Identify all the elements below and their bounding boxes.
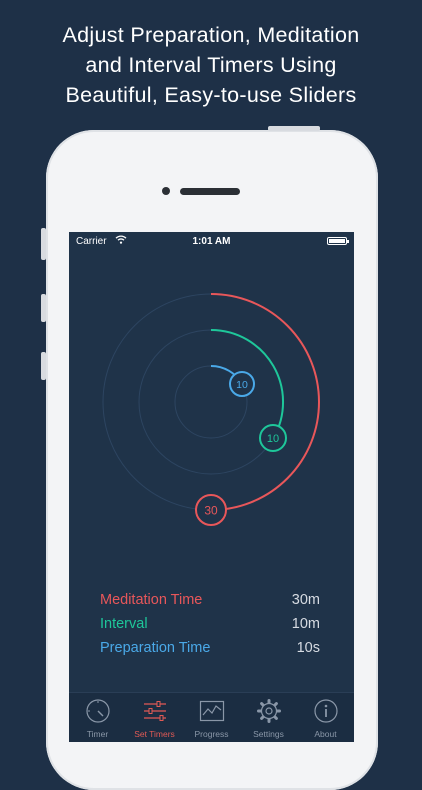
meditation-time-value: 30m xyxy=(291,592,320,608)
headline-line-3: Beautiful, Easy-to-use Sliders xyxy=(65,83,357,107)
preparation-knob-value: 10 xyxy=(236,379,248,391)
interval-label: Interval xyxy=(100,616,148,632)
meditation-track xyxy=(102,293,320,511)
tab-about[interactable]: About xyxy=(297,693,354,742)
interval-knob[interactable]: 10 xyxy=(259,424,287,452)
mute-switch xyxy=(41,228,46,260)
preparation-time-label: Preparation Time xyxy=(100,640,211,656)
chart-icon xyxy=(199,700,225,722)
tab-about-label: About xyxy=(314,729,337,739)
clock: 1:01 AM xyxy=(192,236,231,247)
tab-settings-label: Settings xyxy=(253,729,284,739)
headline-line-2: and Interval Timers Using xyxy=(85,53,337,77)
promo-headline: Adjust Preparation, Meditation and Inter… xyxy=(0,20,422,110)
gear-icon xyxy=(257,699,281,723)
status-bar: Carrier 1:01 AM xyxy=(69,232,354,252)
meditation-knob-value: 30 xyxy=(204,504,218,518)
app-screen: Carrier 1:01 AM 30 10 10 Meditation Time… xyxy=(69,232,354,742)
volume-down-button xyxy=(41,352,46,380)
tab-progress[interactable]: Progress xyxy=(183,693,240,742)
tab-set-timers[interactable]: Set Timers xyxy=(126,693,183,742)
tab-timer-label: Timer xyxy=(86,729,109,739)
tab-bar: Timer Set Timers Progress Settings About xyxy=(69,692,354,742)
preparation-knob[interactable]: 10 xyxy=(229,371,255,397)
interval-knob-value: 10 xyxy=(267,433,279,445)
stopwatch-icon xyxy=(86,699,110,723)
preparation-time-value: 10s xyxy=(296,640,320,656)
meditation-arc xyxy=(210,293,320,511)
interval-value: 10m xyxy=(291,616,320,632)
tab-settings[interactable]: Settings xyxy=(240,693,297,742)
battery-icon xyxy=(327,237,349,245)
sliders-icon xyxy=(144,701,166,721)
front-camera xyxy=(162,187,170,195)
volume-up-button xyxy=(41,294,46,322)
meditation-knob[interactable]: 30 xyxy=(195,494,227,526)
tab-set-timers-label: Set Timers xyxy=(134,729,175,739)
headline-line-1: Adjust Preparation, Meditation xyxy=(62,23,360,47)
preparation-time-row[interactable]: Preparation Time 10s xyxy=(69,640,354,664)
interval-row[interactable]: Interval 10m xyxy=(69,616,354,640)
tab-timer[interactable]: Timer xyxy=(69,693,126,742)
meditation-time-row[interactable]: Meditation Time 30m xyxy=(69,592,354,616)
power-button xyxy=(268,126,320,131)
meditation-time-label: Meditation Time xyxy=(100,592,203,608)
timer-dial: 30 10 10 xyxy=(102,293,320,526)
earpiece-speaker xyxy=(180,188,240,195)
tab-progress-label: Progress xyxy=(194,729,229,739)
info-icon xyxy=(314,699,338,723)
